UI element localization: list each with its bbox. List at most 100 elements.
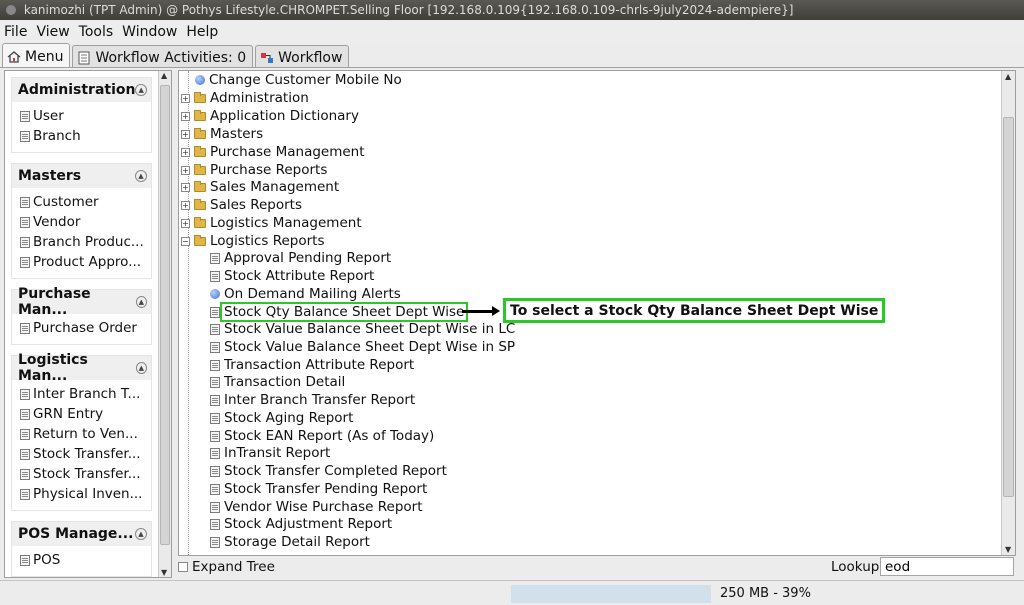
tree-report-item[interactable]: Stock Value Balance Sheet Dept Wise in L… [210, 320, 515, 338]
folder-icon [194, 145, 206, 157]
tree-folder-purchase-reports[interactable]: + Purchase Reports [181, 161, 327, 179]
sidebar-group-header[interactable]: Purchase Man... ▲ [12, 286, 151, 318]
sidebar-item-stock-transfer-2[interactable]: Stock Transfer... [20, 464, 151, 484]
tree-item-change-customer-mobile[interactable]: Change Customer Mobile No [195, 71, 402, 89]
scrollbar-thumb[interactable] [1003, 117, 1014, 497]
sidebar-group-logistics: Logistics Man... ▲ Inter Branch T... GRN … [11, 352, 152, 511]
collapse-icon[interactable]: ▲ [135, 528, 147, 540]
tree-report-item[interactable]: Stock Transfer Pending Report [210, 480, 427, 498]
sidebar-group-header[interactable]: Logistics Man... ▲ [12, 352, 151, 384]
sidebar-group-header[interactable]: Administration ▲ [12, 78, 151, 102]
menu-help[interactable]: Help [184, 24, 225, 40]
tree-report-item[interactable]: Stock Aging Report [210, 409, 353, 427]
tree-report-item[interactable]: On Demand Mailing Alerts [210, 285, 401, 303]
scrollbar-thumb[interactable] [160, 85, 170, 545]
sidebar-item-grn-entry[interactable]: GRN Entry [20, 404, 151, 424]
sidebar-item-branch[interactable]: Branch [20, 126, 151, 146]
tree-report-item[interactable]: Vendor Wise Purchase Report [210, 498, 423, 516]
tree-report-item[interactable]: Approval Pending Report [210, 249, 391, 267]
tree-report-item[interactable]: InTransit Report [210, 444, 330, 462]
tree-folder-sales-reports[interactable]: + Sales Reports [181, 196, 302, 214]
tree-folder-logistics-reports[interactable]: − Logistics Reports [181, 232, 324, 250]
tab-workflow-activities[interactable]: Workflow Activities: 0 [72, 45, 254, 67]
sidebar-group-header[interactable]: Masters ▲ [12, 164, 151, 188]
menu-window[interactable]: Window [120, 24, 184, 40]
tree-report-item[interactable]: Stock Adjustment Report [210, 515, 392, 533]
tree-folder-label: Logistics Reports [210, 233, 325, 249]
tree-folder-application-dictionary[interactable]: + Application Dictionary [181, 107, 359, 125]
expand-icon[interactable]: + [181, 200, 190, 210]
document-icon [210, 536, 220, 548]
sidebar-item-pos[interactable]: POS [20, 550, 151, 570]
tree-report-item[interactable]: Stock Transfer Completed Report [210, 462, 447, 480]
tree-report-item[interactable]: Stock Value Balance Sheet Dept Wise in S… [210, 338, 515, 356]
tree-folder-sales-management[interactable]: + Sales Management [181, 178, 339, 196]
home-icon [7, 50, 21, 63]
scroll-down-icon[interactable]: ▼ [161, 568, 167, 577]
selected-item-highlight: Stock Qty Balance Sheet Dept Wise [220, 302, 469, 322]
tab-workflow-label: Workflow [278, 49, 343, 66]
menu-tools[interactable]: Tools [77, 24, 121, 40]
tree-report-item[interactable]: Storage Detail Report [210, 533, 370, 551]
sidebar-item-customer[interactable]: Customer [20, 192, 151, 212]
tree-report-label: Transaction Detail [224, 374, 346, 390]
expand-tree-label[interactable]: Expand Tree [192, 559, 275, 575]
tree-folder-logistics-management[interactable]: + Logistics Management [181, 214, 362, 232]
collapse-icon[interactable]: − [181, 236, 190, 246]
sidebar-scrollbar[interactable]: ▲ ▼ [158, 71, 171, 577]
tree-scrollbar[interactable]: ▲ ▼ [1001, 71, 1015, 555]
expand-icon[interactable]: + [181, 111, 190, 121]
tab-menu[interactable]: Menu [2, 43, 71, 67]
tree-report-label: InTransit Report [224, 445, 331, 461]
scroll-down-icon[interactable]: ▼ [1005, 545, 1011, 554]
sidebar-item-inter-branch[interactable]: Inter Branch T... [20, 384, 151, 404]
globe-icon [210, 289, 220, 299]
tree-report-item[interactable]: Transaction Detail [210, 373, 345, 391]
tree-report-item-selected[interactable]: Stock Qty Balance Sheet Dept Wise [210, 302, 469, 322]
collapse-icon[interactable]: ▲ [135, 84, 147, 96]
tree-report-item[interactable]: Stock Attribute Report [210, 267, 374, 285]
collapse-icon[interactable]: ▲ [135, 170, 147, 182]
tree-folder-purchase-management[interactable]: + Purchase Management [181, 143, 365, 161]
sidebar-item-product-approval[interactable]: Product Appro... [20, 252, 151, 272]
expand-icon[interactable]: + [181, 129, 190, 139]
sidebar-item-user[interactable]: User [20, 106, 151, 126]
expand-icon[interactable]: + [181, 147, 190, 157]
sidebar-group-title: Administration [18, 82, 136, 98]
sidebar-item-return-to-vendor[interactable]: Return to Ven... [20, 424, 151, 444]
sidebar-group-title: Masters [18, 168, 82, 184]
collapse-icon[interactable]: ▲ [135, 296, 147, 308]
expand-tree-checkbox[interactable] [178, 562, 188, 572]
document-icon [210, 323, 220, 335]
sidebar-item-physical-inventory[interactable]: Physical Inven... [20, 484, 151, 504]
tree-folder-label: Sales Reports [210, 197, 303, 213]
sidebar-item-branch-product[interactable]: Branch Produc... [20, 232, 151, 252]
tree-report-item[interactable]: Inter Branch Transfer Report [210, 391, 415, 409]
menu-view[interactable]: View [34, 24, 76, 40]
expand-icon[interactable]: + [181, 93, 190, 103]
tree-folder-administration[interactable]: + Administration [181, 89, 309, 107]
sidebar-content: Administration ▲ User Branch Masters ▲ Cus… [5, 71, 160, 577]
sidebar-group-header[interactable]: POS Manage... ▲ [12, 522, 151, 546]
tree-folder-label: Purchase Management [210, 144, 365, 160]
scroll-up-icon[interactable]: ▲ [1005, 72, 1011, 81]
tree-report-item[interactable]: Stock EAN Report (As of Today) [210, 427, 434, 445]
sidebar-item-purchase-order[interactable]: Purchase Order [20, 318, 151, 338]
sidebar-group-pos: POS Manage... ▲ POS [11, 521, 152, 577]
expand-icon[interactable]: + [181, 218, 190, 228]
expand-icon[interactable]: + [181, 182, 190, 192]
lookup-input[interactable] [880, 557, 1014, 576]
tab-workflow[interactable]: Workflow [255, 45, 350, 67]
tree-folder-label: Administration [210, 90, 309, 106]
collapse-icon[interactable]: ▲ [135, 362, 147, 374]
expand-icon[interactable]: + [181, 165, 190, 175]
folder-icon [194, 109, 206, 121]
window-close-icon[interactable] [6, 5, 16, 15]
menu-file[interactable]: File [2, 24, 34, 40]
tree-folder-label: Sales Management [210, 179, 340, 195]
scroll-up-icon[interactable]: ▲ [161, 71, 167, 80]
tree-folder-masters[interactable]: + Masters [181, 125, 263, 143]
sidebar-item-vendor[interactable]: Vendor [20, 212, 151, 232]
sidebar-item-stock-transfer-1[interactable]: Stock Transfer... [20, 444, 151, 464]
tree-report-item[interactable]: Transaction Attribute Report [210, 356, 414, 374]
